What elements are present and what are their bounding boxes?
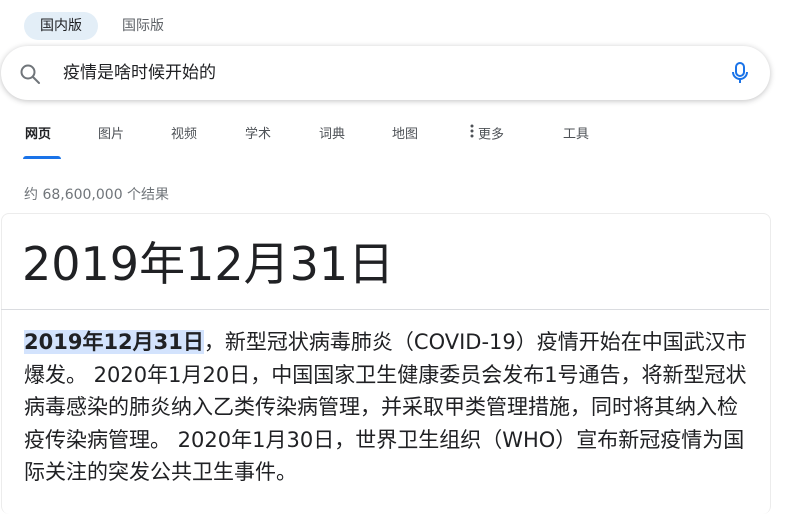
tab-more[interactable]: 更多 [470,118,504,158]
search-input[interactable]: 疫情是啥时候开始的 [63,46,216,100]
tab-academic[interactable]: 学术 [245,118,271,158]
tab-tools[interactable]: 工具 [563,118,589,158]
tab-images[interactable]: 图片 [98,118,124,158]
search-box[interactable]: 疫情是啥时候开始的 [1,46,770,100]
card-divider [1,309,769,310]
region-tab-domestic[interactable]: 国内版 [24,12,98,40]
result-stats: 约 68,600,000 个结果 [24,187,170,203]
answer-headline: 2019年12月31日 [22,237,395,291]
tab-web[interactable]: 网页 [25,118,51,158]
tab-dictionary[interactable]: 词典 [319,118,345,158]
mic-icon[interactable] [727,60,753,86]
tab-maps[interactable]: 地图 [392,118,418,158]
answer-snippet: 2019年12月31日，新型冠状病毒肺炎（COVID-19）疫情开始在中国武汉市… [24,326,748,489]
search-icon[interactable] [18,62,42,86]
active-tab-indicator [23,156,61,159]
region-tabs: 国内版 国际版 [24,12,180,40]
snippet-highlight: 2019年12月31日 [24,330,204,354]
more-dots-icon [470,118,474,152]
search-nav: 网页 图片 视频 学术 词典 地图 更多 工具 [0,118,785,160]
tab-more-label: 更多 [478,127,505,143]
tab-videos[interactable]: 视频 [171,118,197,158]
region-tab-international[interactable]: 国际版 [106,12,180,40]
